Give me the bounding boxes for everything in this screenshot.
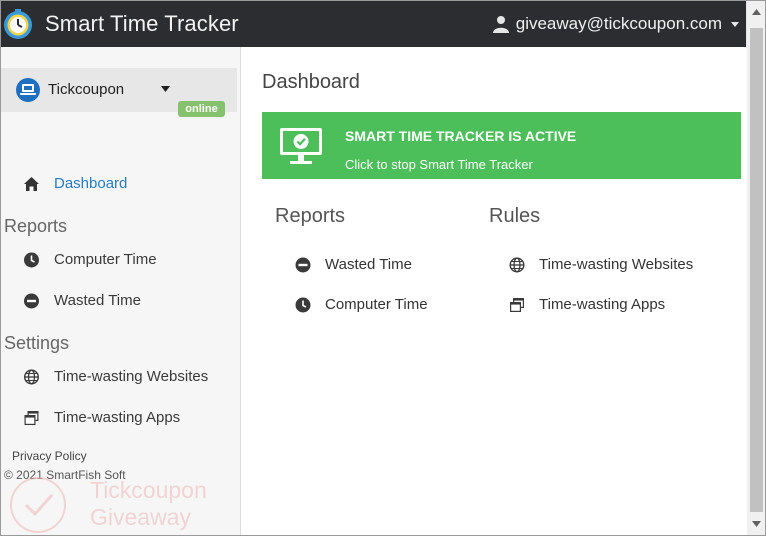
tracker-status-banner[interactable]: SMART TIME TRACKER IS ACTIVE Click to st… (262, 112, 741, 179)
sidebar-item-computer-time[interactable]: Computer Time (1, 248, 237, 272)
link-computer-time[interactable]: Computer Time (295, 294, 465, 316)
sidebar-section-reports: Reports (4, 216, 68, 236)
sidebar: Tickcoupon online Dashboard Reports Comp… (1, 47, 241, 535)
banner-subtitle: Click to stop Smart Time Tracker (345, 157, 533, 172)
reports-heading: Reports (275, 205, 346, 227)
main-content: Dashboard SMART TIME TRACKER IS ACTIVE C… (242, 47, 747, 535)
sidebar-item-time-wasting-apps[interactable]: Time-wasting Apps (1, 406, 237, 430)
watermark-logo-icon (10, 477, 66, 533)
globe-icon (509, 257, 525, 273)
watermark-line2: Giveaway (90, 504, 191, 530)
windows-icon (24, 411, 39, 425)
link-label: Computer Time (325, 296, 428, 313)
user-icon (492, 16, 509, 33)
stopwatch-icon (4, 9, 32, 39)
windows-icon (510, 298, 524, 312)
privacy-policy-link[interactable]: Privacy Policy (12, 449, 87, 463)
chevron-down-icon (161, 86, 170, 92)
rules-heading: Rules (489, 205, 541, 227)
minus-circle-icon (24, 293, 39, 309)
link-time-wasting-apps[interactable]: Time-wasting Apps (509, 294, 709, 316)
page-title: Dashboard (262, 71, 360, 93)
watermark: Tickcoupon Giveaway (6, 471, 236, 535)
status-badge: online (178, 101, 225, 117)
link-label: Wasted Time (325, 256, 412, 273)
link-wasted-time[interactable]: Wasted Time (295, 254, 455, 276)
sidebar-item-dashboard[interactable]: Dashboard (1, 172, 237, 196)
banner-title: SMART TIME TRACKER IS ACTIVE (345, 128, 577, 144)
globe-icon (23, 369, 40, 385)
minus-circle-icon (295, 257, 311, 273)
watermark-line1: Tickcoupon (90, 477, 207, 503)
sidebar-item-label: Time-wasting Websites (54, 368, 209, 385)
sidebar-item-time-wasting-websites[interactable]: Time-wasting Websites (1, 365, 237, 389)
top-bar: Smart Time Tracker giveaway@tickcoupon.c… (1, 1, 746, 47)
monitor-check-icon (280, 128, 322, 164)
vertical-scrollbar[interactable] (746, 1, 765, 535)
chevron-down-icon (731, 22, 739, 27)
app-window: Smart Time Tracker giveaway@tickcoupon.c… (0, 0, 766, 536)
sidebar-section-settings: Settings (4, 333, 70, 353)
link-label: Time-wasting Websites (539, 256, 694, 273)
user-menu[interactable]: giveaway@tickcoupon.com (492, 13, 740, 35)
sidebar-item-label: Dashboard (54, 175, 128, 192)
home-icon (24, 177, 39, 191)
scrollbar-thumb[interactable] (750, 28, 763, 512)
app-title: Smart Time Tracker (45, 11, 239, 36)
scroll-down-arrow-icon[interactable] (747, 515, 765, 533)
sidebar-item-label: Wasted Time (54, 292, 141, 309)
sidebar-item-wasted-time[interactable]: Wasted Time (1, 289, 237, 313)
user-email: giveaway@tickcoupon.com (515, 14, 722, 33)
sidebar-item-label: Time-wasting Apps (54, 409, 181, 426)
link-label: Time-wasting Apps (539, 296, 666, 313)
clock-icon (24, 252, 39, 268)
link-time-wasting-websites[interactable]: Time-wasting Websites (509, 254, 729, 276)
device-name: Tickcoupon (48, 81, 125, 98)
sidebar-item-label: Computer Time (54, 251, 157, 268)
scroll-up-arrow-icon[interactable] (747, 3, 765, 21)
clock-icon (295, 297, 311, 313)
laptop-icon (16, 78, 40, 102)
